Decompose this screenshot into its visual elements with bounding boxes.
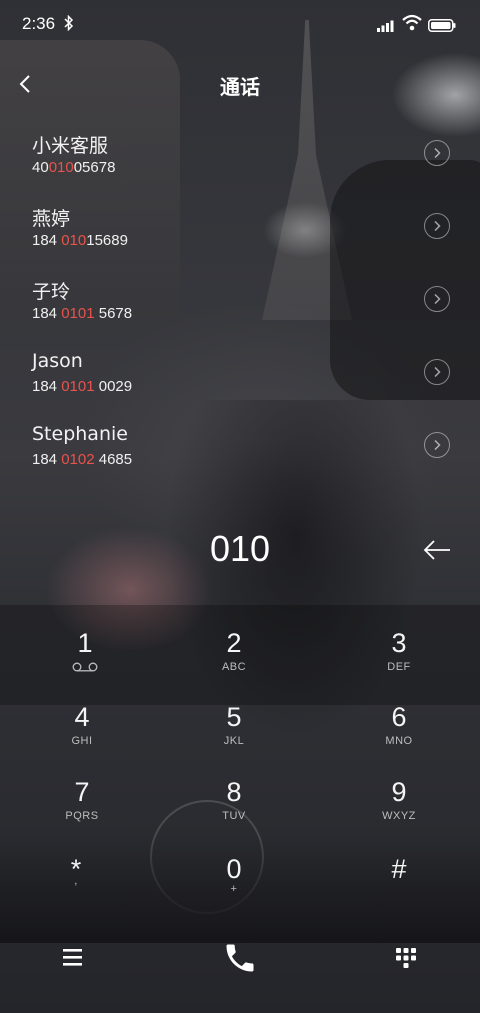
voicemail-icon [72, 662, 98, 672]
key-letters: MNO [385, 735, 413, 747]
number-match: 0101 [61, 305, 95, 322]
key-6[interactable]: 6 MNO [339, 700, 459, 770]
contact-name: 子玲 [32, 281, 71, 303]
arrow-left-icon [423, 540, 450, 560]
key-letters: WXYZ [382, 810, 416, 822]
key-letters: + [230, 883, 238, 895]
contact-number: 184 0102 4685 [32, 451, 132, 468]
contact-name: 燕婷 [32, 208, 71, 230]
dialpad-toggle-button[interactable] [394, 946, 418, 970]
key-digit: 9 [391, 777, 407, 807]
number-suffix: 05678 [73, 159, 116, 176]
key-3[interactable]: 3 DEF [339, 626, 459, 696]
status-bar: 2:36 [0, 0, 480, 52]
contact-item[interactable]: Stephanie 184 0102 4685 [0, 417, 480, 490]
dialed-number-display[interactable]: 010 [0, 528, 480, 570]
chevron-right-circle-icon [434, 293, 441, 305]
key-letters: TUV [222, 810, 246, 822]
number-prefix: 184 [32, 378, 62, 395]
key-0[interactable]: 0 + [174, 852, 294, 922]
page-title: 通话 [220, 75, 260, 99]
contact-item[interactable]: 小米客服 4001005678 [0, 125, 480, 198]
number-prefix: 184 [32, 232, 62, 249]
phone-icon [226, 944, 254, 972]
key-digit: 4 [74, 702, 90, 732]
bluetooth-icon [64, 14, 74, 35]
status-time: 2:36 [22, 14, 56, 33]
key-digit: # [391, 854, 407, 884]
bottom-action-bar [0, 930, 480, 990]
contact-item[interactable]: 燕婷 184 01015689 [0, 198, 480, 271]
contact-number: 184 0101 5678 [32, 305, 132, 322]
chevron-right-circle-icon [434, 439, 441, 451]
key-5[interactable]: 5 JKL [174, 700, 294, 770]
key-digit: 2 [226, 628, 242, 658]
contact-number: 184 01015689 [32, 232, 128, 249]
chevron-right-circle-icon [434, 220, 441, 232]
contact-suggestions-list: 小米客服 4001005678 燕婷 184 01015689 子玲 184 0… [0, 125, 480, 490]
key-digit: 7 [74, 777, 90, 807]
key-digit: 8 [226, 777, 242, 807]
dial-input-row: 010 [0, 520, 480, 580]
key-letters: JKL [223, 735, 245, 747]
key-2[interactable]: 2 ABC [174, 626, 294, 696]
contact-detail-button[interactable] [424, 140, 450, 166]
call-button[interactable] [222, 940, 258, 976]
key-star[interactable]: * , [16, 852, 136, 922]
key-digit: 3 [391, 628, 407, 658]
number-match: 0102 [61, 451, 95, 468]
key-letters: , [74, 875, 78, 887]
battery-icon [428, 17, 456, 32]
key-7[interactable]: 7 PQRS [22, 775, 142, 845]
number-suffix: 0029 [94, 378, 133, 395]
dialpad-grid-icon [396, 948, 416, 968]
key-letters: GHI [71, 735, 93, 747]
chevron-right-circle-icon [434, 147, 441, 159]
contact-detail-button[interactable] [424, 286, 450, 312]
backspace-button[interactable] [423, 539, 451, 561]
contact-number: 184 0101 0029 [32, 378, 132, 395]
key-digit: 6 [391, 702, 407, 732]
key-digit: 1 [77, 628, 93, 658]
key-digit: 5 [226, 702, 242, 732]
contact-number: 4001005678 [32, 159, 115, 176]
number-match: 010 [61, 232, 87, 249]
app-header: 通话 [0, 62, 480, 106]
contact-detail-button[interactable] [424, 359, 450, 385]
number-match: 0101 [61, 378, 95, 395]
key-letters: PQRS [65, 810, 99, 822]
contact-name: Stephanie [32, 423, 128, 445]
key-8[interactable]: 8 TUV [174, 775, 294, 845]
number-suffix: 4685 [94, 451, 133, 468]
key-4[interactable]: 4 GHI [22, 700, 142, 770]
contact-item[interactable]: 子玲 184 0101 5678 [0, 271, 480, 344]
cellular-signal-icon [377, 17, 397, 32]
key-letters: ABC [221, 661, 247, 673]
contact-detail-button[interactable] [424, 213, 450, 239]
wifi-icon [402, 14, 422, 31]
number-prefix: 40 [32, 159, 49, 176]
number-match: 010 [48, 159, 74, 176]
number-prefix: 184 [32, 305, 62, 322]
key-hash[interactable]: # [339, 852, 459, 922]
number-suffix: 15689 [86, 232, 128, 249]
chevron-right-circle-icon [434, 366, 441, 378]
menu-button[interactable] [60, 946, 86, 968]
key-9[interactable]: 9 WXYZ [339, 775, 459, 845]
contact-item[interactable]: Jason 184 0101 0029 [0, 344, 480, 417]
number-suffix: 5678 [94, 305, 133, 322]
hamburger-menu-icon [63, 949, 82, 966]
key-digit: 0 [226, 854, 242, 884]
number-prefix: 184 [32, 451, 62, 468]
key-1[interactable]: 1 [25, 626, 145, 696]
key-letters: DEF [387, 661, 411, 673]
contact-name: Jason [32, 350, 83, 372]
contact-detail-button[interactable] [424, 432, 450, 458]
contact-name: 小米客服 [32, 135, 109, 157]
